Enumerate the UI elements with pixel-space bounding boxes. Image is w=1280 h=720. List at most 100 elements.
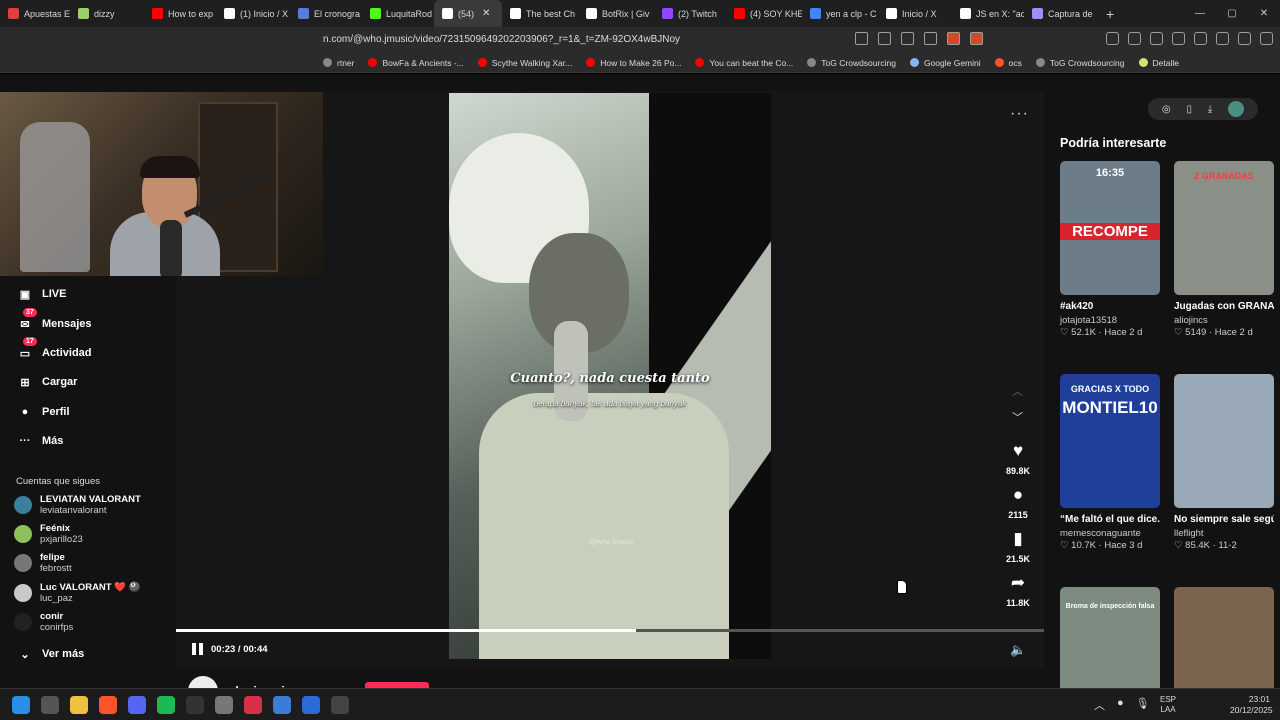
activity-icon: ▭ 17 — [16, 337, 37, 362]
following-account[interactable]: felipe febrostt — [14, 552, 72, 574]
language-region: LAA — [1160, 705, 1176, 714]
notepad-icon[interactable] — [273, 696, 291, 714]
see-more-link[interactable]: ⌄ Ver más — [16, 645, 84, 663]
browser-tab[interactable]: Inicio / X — [878, 0, 952, 27]
download-icon[interactable]: ⤓ — [1208, 104, 1212, 115]
tab-label: (2) Twitch — [678, 8, 717, 19]
bookmark-item[interactable]: Detalle — [1138, 58, 1179, 68]
sidebar-item-más[interactable]: ··· Más — [16, 432, 64, 450]
recommended-video-card[interactable]: GRACIAS X TODO MONTIEL10 “Me faltó el que … — [1060, 374, 1160, 551]
cast-icon[interactable] — [878, 32, 891, 45]
browser-tab[interactable]: (4) SOY KHE — [726, 0, 802, 27]
microphone-tray-icon[interactable]: 🎙 — [1136, 697, 1150, 713]
account-avatar — [14, 613, 32, 631]
progress-bar[interactable] — [176, 629, 1044, 632]
next-video-icon[interactable]: ﹀ — [1012, 409, 1023, 425]
wallet-icon[interactable] — [1194, 32, 1207, 45]
brave-shields-icon[interactable] — [947, 32, 960, 45]
screenshot-icon[interactable] — [1128, 32, 1141, 45]
obs-icon[interactable] — [186, 696, 204, 714]
brave-rewards-icon[interactable] — [970, 32, 983, 45]
clock[interactable]: 23:01 20/12/2025 — [1230, 694, 1273, 716]
sidebar-item-cargar[interactable]: ⊞ Cargar — [16, 373, 77, 391]
bookmark-item[interactable]: ocs — [994, 58, 1022, 68]
browser-tab[interactable]: (1) Inicio / X — [216, 0, 290, 27]
user-avatar[interactable] — [1228, 101, 1245, 117]
browser-tab[interactable]: The best Ch — [502, 0, 578, 27]
video-caption: #ak420 — [1060, 301, 1094, 312]
more-options-icon[interactable]: ··· — [1010, 105, 1029, 123]
browser-tab[interactable]: LuquitaRod — [362, 0, 434, 27]
bookmark-item[interactable]: How to Make 26 Po... — [586, 58, 681, 68]
browser-tab[interactable]: How to exp — [144, 0, 216, 27]
brave-browser-icon[interactable] — [99, 696, 117, 714]
like-button[interactable]: ♥ 89.8K — [998, 441, 1038, 479]
recommended-video-card[interactable]: 16:35 RECOMPE #ak420 jotajota13518 ♡ 52.1K ·… — [1060, 161, 1160, 338]
share-button[interactable]: ➦ 11.8K — [998, 573, 1038, 611]
browser-tab[interactable]: Captura de — [1024, 0, 1100, 27]
browser-tab[interactable]: dizzy — [70, 0, 144, 27]
sidebar-icon[interactable] — [1172, 32, 1185, 45]
volume-icon[interactable]: 🔈 — [1010, 642, 1026, 658]
following-account[interactable]: conir conirfps — [14, 611, 73, 633]
previous-video-icon[interactable]: ︿ — [1012, 383, 1023, 399]
spotify-icon[interactable] — [157, 696, 175, 714]
file-explorer-icon[interactable] — [70, 696, 88, 714]
account-name: Feénix — [40, 523, 71, 534]
bookmark-item[interactable]: BowFa & Ancients -... — [368, 58, 464, 68]
browser-tab[interactable]: yen a clp - C — [802, 0, 878, 27]
coin-icon[interactable]: ◎ — [1162, 104, 1171, 115]
comment-button[interactable]: ● 2115 — [998, 485, 1038, 523]
browser-tab[interactable]: (2) Twitch — [654, 0, 726, 27]
no-camera-icon[interactable] — [855, 32, 868, 45]
browser-tab[interactable]: El cronogra — [290, 0, 362, 27]
close-window-button[interactable]: ✕ — [1248, 0, 1280, 27]
bookmark-item[interactable]: You can beat the Co... — [695, 58, 793, 68]
task-view-icon[interactable] — [41, 696, 59, 714]
tray-chevron-icon[interactable]: ︿ — [1094, 697, 1105, 713]
browser-tab[interactable]: (54) ✕ — [434, 0, 502, 27]
leo-ai-icon[interactable] — [1216, 32, 1229, 45]
url-field[interactable]: n.com/@who.jmusic/video/7231509649202203… — [323, 34, 680, 45]
sidebar-item-mensajes[interactable]: ✉ 37 Mensajes — [16, 308, 92, 333]
browser-tab[interactable]: Apuestas E — [0, 0, 70, 27]
sidebar-item-actividad[interactable]: ▭ 17 Actividad — [16, 337, 92, 362]
menu-icon[interactable] — [1260, 32, 1273, 45]
tab-favicon-icon — [152, 8, 163, 19]
rl-app-icon[interactable] — [331, 696, 349, 714]
minimize-button[interactable]: — — [1184, 0, 1216, 27]
bookmark-item[interactable]: Google Gemini — [909, 58, 981, 68]
language-indicator[interactable]: ESP LAA — [1160, 695, 1176, 715]
sidebar-item-perfil[interactable]: ● Perfil — [16, 403, 70, 421]
app-red-icon[interactable] — [244, 696, 262, 714]
close-tab-icon[interactable]: ✕ — [482, 8, 490, 19]
bookmark-item[interactable]: ToG Crowdsourcing — [807, 58, 896, 68]
extensions-icon[interactable] — [1106, 32, 1119, 45]
vpn-icon[interactable] — [1238, 32, 1251, 45]
bookmark-item[interactable]: ToG Crowdsourcing — [1035, 58, 1125, 68]
translate-icon[interactable] — [901, 32, 914, 45]
maximize-button[interactable]: ▢ — [1216, 0, 1248, 27]
following-account[interactable]: Feénix pxjarillo23 — [14, 523, 83, 545]
phone-icon[interactable]: ▯ — [1186, 104, 1192, 115]
discord-icon[interactable] — [128, 696, 146, 714]
media-icon[interactable] — [1150, 32, 1163, 45]
following-account[interactable]: LEVIATAN VALORANT leviatanvalorant — [14, 494, 141, 516]
recommended-video-card[interactable]: No siempre sale según lo planeado... llef… — [1174, 374, 1274, 551]
share-icon[interactable] — [924, 32, 937, 45]
video-frame[interactable]: Cuanto?, nada cuesta tanto berapa banyak… — [449, 93, 771, 659]
browser-tab[interactable]: JS en X: "ac — [952, 0, 1024, 27]
following-account[interactable]: Luc VALORANT ❤️ 🎱 luc_paz — [14, 582, 141, 604]
new-tab-button[interactable]: + — [1106, 6, 1114, 22]
pause-icon[interactable] — [192, 643, 203, 655]
settings-icon[interactable] — [215, 696, 233, 714]
sidebar-item-live[interactable]: ▣ LIVE — [16, 285, 67, 303]
browser-tab[interactable]: BotRix | Giv — [578, 0, 654, 27]
bookmark-item[interactable]: rtner — [323, 58, 354, 68]
windows-start-icon[interactable] — [12, 696, 30, 714]
bookmark-item[interactable]: Scythe Walking Xar... — [477, 58, 572, 68]
save-button[interactable]: ▮ 21.5K — [998, 529, 1038, 567]
recommended-video-card[interactable]: 2 GRANADAS Jugadas con GRANADAS en CS2...… — [1174, 161, 1274, 338]
calculator-icon[interactable] — [302, 696, 320, 714]
tray-app-icon[interactable]: ● — [1117, 697, 1124, 713]
